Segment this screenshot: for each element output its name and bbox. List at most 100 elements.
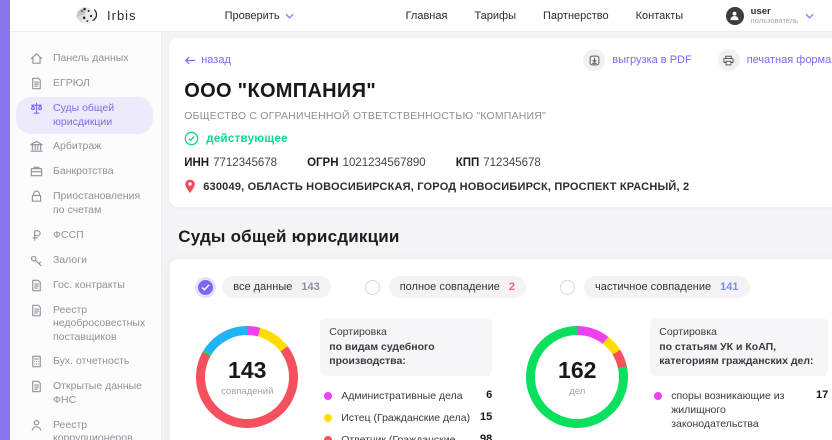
scales-icon bbox=[29, 101, 44, 116]
sidebar-item-1[interactable]: ЕГРЮЛ bbox=[16, 72, 153, 96]
legend-dot-icon bbox=[324, 436, 333, 440]
filter-label: частичное совпадение bbox=[594, 281, 712, 293]
filter-radio-2[interactable]: частичное совпадение 141 bbox=[559, 276, 750, 298]
lock-icon bbox=[29, 189, 44, 204]
nav-item-1[interactable]: Тарифы bbox=[474, 10, 516, 22]
chart-block-1: 162 дел Сортировка по статьям УК и КоАП, ка… bbox=[526, 318, 829, 440]
legend-item: Административные дела 6 bbox=[320, 385, 492, 407]
legend-dot-icon bbox=[324, 392, 333, 401]
sidebar-item-9[interactable]: Реестр недобросовестных поставщиков bbox=[16, 299, 153, 350]
main-nav: Главная Тарифы Партнерство Контакты bbox=[406, 10, 684, 22]
inn-value: 7712345678 bbox=[213, 157, 278, 169]
section-title: Суды общей юрисдикции bbox=[178, 227, 400, 246]
sidebar-item-label: ФССП bbox=[53, 228, 84, 241]
user-role: пользователь bbox=[750, 15, 798, 25]
filter-count: 143 bbox=[301, 281, 320, 293]
donut-value: 143 bbox=[228, 357, 267, 383]
sidebar-item-6[interactable]: ФССП bbox=[16, 224, 153, 248]
brand-name: Irbis bbox=[107, 8, 137, 23]
company-card: назад выгрузка в PDF печатная форма ООО … bbox=[169, 38, 832, 207]
download-icon bbox=[583, 49, 606, 71]
chart-block-0: 143 совпадений Сортировка по видам судебног… bbox=[196, 318, 493, 440]
sidebar-item-label: Банкротства bbox=[53, 165, 114, 178]
nav-item-3[interactable]: Контакты bbox=[636, 10, 684, 22]
filter-count: 2 bbox=[508, 281, 515, 293]
donut-chart: 143 совпадений bbox=[196, 326, 299, 428]
key-icon bbox=[29, 253, 44, 268]
sidebar-item-11[interactable]: Открытые данные ФНС bbox=[16, 375, 153, 412]
legend-item: трудовые споры9 bbox=[650, 436, 828, 440]
ogrn-value: 1021234567890 bbox=[342, 157, 426, 169]
donut-value: 162 bbox=[558, 357, 597, 383]
sidebar-item-7[interactable]: Залоги bbox=[16, 249, 153, 273]
document-icon bbox=[29, 76, 44, 91]
print-form-label: печатная форма bbox=[746, 54, 832, 66]
sidebar-item-8[interactable]: Гос. контракты bbox=[16, 274, 153, 298]
charts-row: 143 совпадений Сортировка по видам судебног… bbox=[188, 318, 829, 440]
inn-label: ИНН bbox=[184, 157, 210, 169]
sidebar-item-0[interactable]: Панель данных bbox=[16, 47, 153, 71]
legend-item-value: 17 bbox=[815, 389, 829, 402]
chevron-down-icon bbox=[285, 13, 294, 19]
sidebar-item-label: Бух. отчетность bbox=[53, 355, 130, 368]
main-content: назад выгрузка в PDF печатная форма ООО … bbox=[162, 32, 832, 440]
sidebar-item-label: Гос. контракты bbox=[53, 278, 125, 291]
legend-item: Истец (Гражданские дела) 15 bbox=[320, 407, 492, 429]
home-icon bbox=[29, 51, 44, 66]
person-icon bbox=[29, 418, 44, 433]
sidebar-item-4[interactable]: Банкротства bbox=[16, 160, 153, 184]
brand[interactable]: Irbis bbox=[72, 5, 137, 27]
sidebar-item-label: Суды общей юрисдикции bbox=[53, 102, 115, 128]
sidebar-item-label: Открытые данные ФНС bbox=[53, 380, 143, 407]
legend-item-value: 15 bbox=[479, 411, 493, 424]
filter-label: все данные bbox=[233, 281, 293, 293]
sidebar-item-2[interactable]: Суды общей юрисдикции bbox=[16, 97, 154, 135]
chevron-down-icon bbox=[805, 13, 814, 19]
sidebar-item-label: ЕГРЮЛ bbox=[53, 77, 90, 89]
document-icon bbox=[29, 379, 44, 394]
bank-icon bbox=[29, 139, 44, 154]
company-ids: ИНН 7712345678 ОГРН 1021234567890 КПП 71234… bbox=[184, 157, 831, 169]
header: Irbis Проверить Главная Тарифы Партнерство… bbox=[0, 0, 832, 32]
legend-item-value: 98 bbox=[479, 433, 493, 440]
legend-item-value: 6 bbox=[486, 389, 493, 402]
nav-item-2[interactable]: Партнерство bbox=[543, 10, 609, 22]
filter-radio-0[interactable]: все данные 143 bbox=[198, 276, 331, 298]
user-menu[interactable]: user пользователь bbox=[725, 6, 814, 25]
export-pdf-button[interactable]: выгрузка в PDF bbox=[583, 49, 692, 71]
briefcase-icon bbox=[29, 164, 44, 179]
back-link[interactable]: назад bbox=[184, 54, 231, 66]
company-address: 630049, ОБЛАСТЬ НОВОСИБИРСКАЯ, ГОРОД НОВ… bbox=[203, 180, 690, 193]
donut-label: дел bbox=[569, 386, 586, 397]
ruble-icon bbox=[29, 228, 44, 243]
sidebar-item-label: Реестр недобросовестных поставщиков bbox=[53, 303, 146, 343]
accent-strip bbox=[0, 0, 10, 440]
sidebar-item-3[interactable]: Арбитраж bbox=[16, 135, 153, 159]
sidebar-item-label: Приостановления по счетам bbox=[53, 190, 141, 216]
radio-selected-icon[interactable] bbox=[198, 279, 214, 295]
legend-item-label: споры возникающие из жилищного законодат… bbox=[671, 390, 785, 431]
legend-title: Сортировка по статьям УК и КоАП, категори… bbox=[650, 318, 829, 377]
nav-item-0[interactable]: Главная bbox=[406, 10, 448, 22]
print-form-button[interactable]: печатная форма bbox=[717, 49, 832, 71]
back-label: назад bbox=[201, 54, 231, 66]
kpp-value: 712345678 bbox=[483, 157, 541, 169]
company-full-name: ОБЩЕСТВО С ОГРАНИЧЕННОЙ ОТВЕТСТВЕННОСТЬЮ… bbox=[184, 110, 546, 122]
radio-icon[interactable] bbox=[559, 279, 575, 295]
radio-icon[interactable] bbox=[364, 279, 380, 295]
ogrn-label: ОГРН bbox=[307, 157, 339, 169]
sidebar-item-12[interactable]: Реестр коррупционеров bbox=[16, 414, 153, 440]
document-icon bbox=[29, 303, 44, 318]
filters-row: все данные 143 полное совпадение 2 частичное… bbox=[188, 272, 828, 300]
check-dropdown[interactable]: Проверить bbox=[225, 10, 294, 22]
filter-label: полное совпадение bbox=[399, 281, 500, 293]
legend-item: споры возникающие из жилищного законодат… bbox=[650, 385, 828, 436]
kpp-label: КПП bbox=[455, 157, 480, 169]
check-dropdown-label: Проверить bbox=[224, 9, 280, 22]
sidebar-item-label: Реестр коррупционеров bbox=[53, 418, 133, 440]
sidebar-item-10[interactable]: Бух. отчетность bbox=[16, 350, 153, 374]
sidebar: Панель данных ЕГРЮЛ Суды общей юрисдикции А… bbox=[10, 32, 163, 440]
sidebar-item-5[interactable]: Приостановления по счетам bbox=[16, 185, 153, 222]
filter-radio-1[interactable]: полное совпадение 2 bbox=[364, 276, 526, 298]
printer-icon bbox=[717, 49, 740, 71]
